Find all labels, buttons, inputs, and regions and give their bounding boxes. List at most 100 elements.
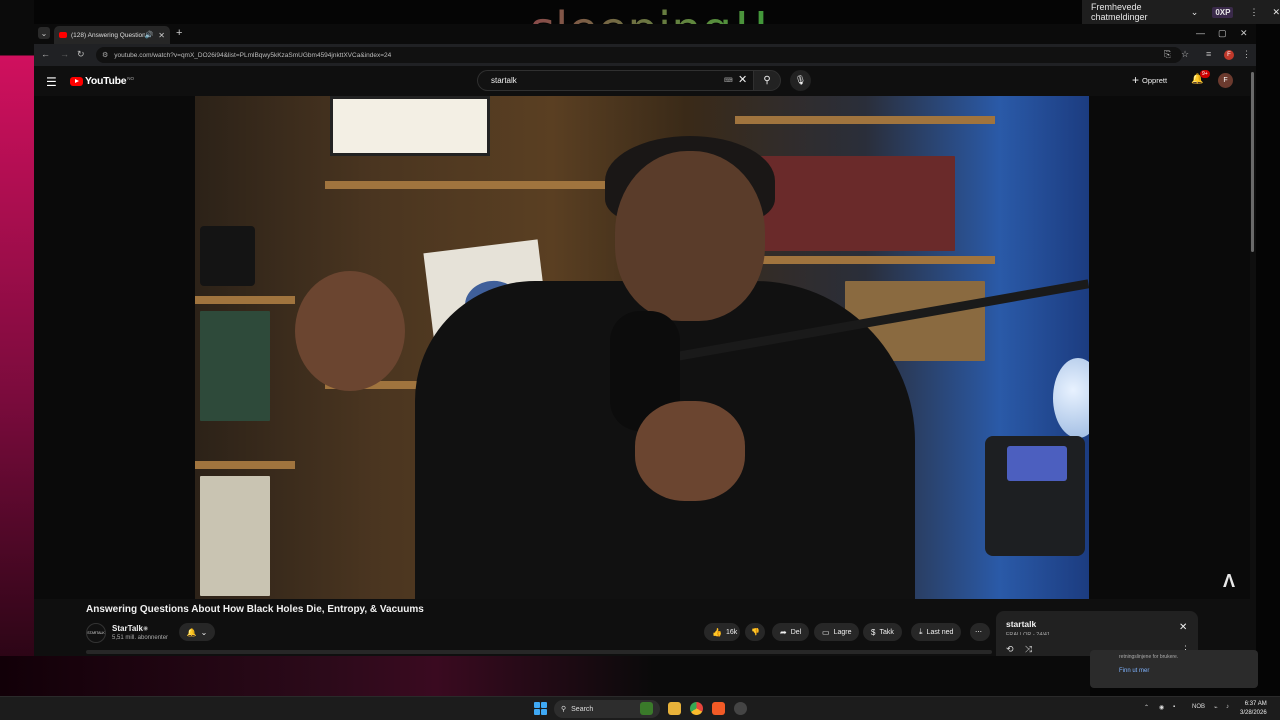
new-tab-icon[interactable]: + [176, 27, 182, 39]
voice-search-button[interactable]: 🎙 [790, 70, 811, 91]
more-icon: ⋯ [975, 629, 982, 636]
tray-app-icon[interactable]: ◉ [1159, 704, 1164, 711]
bookshelf [735, 256, 995, 264]
bookshelf [195, 296, 295, 304]
maximize-icon[interactable]: ▢ [1218, 28, 1227, 39]
like-count: 16k [725, 628, 738, 636]
tab-youtube[interactable]: (128) Answering Question... 🔊 ✕ [54, 26, 170, 44]
back-icon[interactable]: ← [41, 49, 50, 59]
keyboard-icon[interactable]: ⌨ [724, 77, 733, 84]
install-icon[interactable]: ⎘ [1164, 49, 1171, 60]
playlist-title[interactable]: startalk [1006, 619, 1036, 629]
books [755, 156, 955, 251]
share-button[interactable]: ➦ Del [772, 623, 810, 641]
chevron-down-icon: ⌄ [200, 627, 208, 637]
close-icon[interactable]: ✕ [1272, 7, 1280, 18]
share-icon: ➦ [780, 627, 787, 637]
browser-profile-avatar[interactable]: F [1224, 50, 1234, 60]
bookshelf [325, 181, 625, 189]
youtube-logo[interactable]: YouTube NO [70, 75, 134, 87]
channel-avatar[interactable]: STARTALK [86, 623, 106, 643]
site-info-icon[interactable]: ⚙ [102, 51, 108, 59]
search-icon: ⚲ [763, 75, 771, 86]
reload-icon[interactable]: ↻ [77, 49, 85, 60]
windows-taskbar: ⚲ Search ⌃ ◉ ▪ NOB ⌁ ♪ 6:37 AM 3/28/2026 [0, 696, 1280, 720]
chrome-icon[interactable] [690, 702, 703, 715]
thanks-button[interactable]: $ Takk [863, 623, 902, 641]
url-text: youtube.com/watch?v=qmX_DO26i94&list=PLm… [114, 51, 392, 59]
volume-icon[interactable]: ♪ [1226, 704, 1229, 710]
save-label: Lagre [833, 628, 852, 636]
playlist-close-icon[interactable]: ✕ [1179, 622, 1187, 633]
download-label: Last ned [926, 628, 954, 636]
clock-date: 3/28/2026 [1240, 710, 1267, 716]
save-button[interactable]: ▭ Lagre [814, 623, 860, 641]
channel-name[interactable]: StarTalk [112, 624, 143, 633]
chat-highlight-label[interactable]: Fremhevede chatmeldinger [1091, 2, 1188, 22]
scrollbar-thumb[interactable] [1251, 72, 1254, 252]
search-input[interactable]: startalk [477, 70, 753, 91]
desk-phone-screen [1007, 446, 1067, 481]
more-icon[interactable]: ⋮ [1249, 7, 1258, 18]
bookshelf [735, 116, 995, 124]
chat-highlight-overlay: Fremhevede chatmeldinger ⌄ 0XP ⋮ ✕ [1082, 0, 1280, 24]
subscriber-count: 5,51 mill. abonnenter [112, 635, 169, 641]
brave-icon[interactable] [712, 702, 725, 715]
clock-time: 6:37 AM [1244, 701, 1267, 707]
search-button[interactable]: ⚲ [753, 70, 781, 91]
channel-watermark-icon[interactable]: Λ [1223, 571, 1235, 592]
extensions-icon[interactable]: ≡ [1206, 49, 1211, 59]
dislike-button[interactable]: 👎 [745, 623, 765, 641]
app-icon[interactable] [734, 702, 747, 715]
plus-icon: + [1132, 73, 1140, 87]
notification-count-badge: 9+ [1200, 70, 1210, 78]
subscription-bell-button[interactable]: 🔔 ⌄ [179, 623, 215, 641]
create-button[interactable]: + Opprett [1132, 73, 1167, 87]
file-explorer-icon[interactable] [668, 702, 681, 715]
start-icon[interactable] [534, 702, 547, 715]
share-label: Del [790, 628, 802, 636]
address-bar[interactable]: ⚙ youtube.com/watch?v=qmX_DO26i94&list=P… [96, 47, 1182, 63]
video-frame[interactable] [195, 96, 1089, 599]
framed-picture [330, 96, 490, 156]
tab-search-icon[interactable]: ⌄ [38, 27, 50, 39]
browser-menu-icon[interactable]: ⋮ [1242, 49, 1251, 60]
notification-link[interactable]: Finn ut mer [1119, 668, 1149, 674]
youtube-favicon-icon [59, 32, 67, 38]
network-icon[interactable]: ⌁ [1214, 704, 1218, 711]
chevron-down-icon[interactable]: ⌄ [1191, 7, 1199, 18]
like-button[interactable]: 👍 16k [704, 623, 740, 641]
account-avatar[interactable]: F [1218, 73, 1233, 88]
bell-icon: 🔔 [186, 627, 197, 637]
language-indicator[interactable]: NOB [1192, 704, 1205, 710]
youtube-logo-text: YouTube [85, 75, 127, 87]
clear-search-icon[interactable]: ✕ [738, 73, 747, 86]
speaker-icon[interactable]: 🔊 [145, 31, 154, 39]
forward-icon[interactable]: → [60, 49, 69, 59]
download-icon: ⤓ [919, 627, 923, 636]
shuffle-icon[interactable]: ⤨ [1025, 644, 1032, 655]
download-button[interactable]: ⤓ Last ned [911, 623, 962, 641]
tab-title: (128) Answering Question... [71, 31, 145, 39]
loop-icon[interactable]: ⟲ [1006, 644, 1014, 655]
globe-lamp [1053, 358, 1089, 438]
bookmark-star-icon[interactable]: ☆ [1181, 49, 1189, 60]
menu-icon[interactable]: ☰ [46, 75, 57, 89]
mini-playlist-panel[interactable]: startalk FRALLOR - 24/41 ✕ [996, 611, 1198, 638]
more-actions-button[interactable]: ⋯ [970, 623, 990, 641]
browser-window: ⌄ (128) Answering Question... 🔊 ✕ + — ▢ … [34, 24, 1256, 656]
books [200, 311, 270, 421]
youtube-header: ☰ YouTube NO startalk ⌨ ✕ ⚲ 🎙 + Opprett … [34, 66, 1250, 96]
mug [200, 226, 255, 286]
person-head [615, 151, 765, 321]
create-label: Opprett [1142, 75, 1168, 85]
window-close-icon[interactable]: ✕ [1240, 28, 1248, 39]
game-app-icon[interactable] [640, 702, 653, 715]
tab-strip: ⌄ (128) Answering Question... 🔊 ✕ + — ▢ … [34, 24, 1256, 44]
tray-chevron-icon[interactable]: ⌃ [1144, 704, 1149, 711]
tray-app-icon[interactable]: ▪ [1173, 704, 1175, 710]
tab-close-icon[interactable]: ✕ [158, 31, 165, 40]
video-player[interactable]: Λ [34, 96, 1250, 599]
minimize-icon[interactable]: — [1196, 28, 1205, 38]
system-clock[interactable]: 6:37 AM 3/28/2026 [1240, 700, 1267, 718]
